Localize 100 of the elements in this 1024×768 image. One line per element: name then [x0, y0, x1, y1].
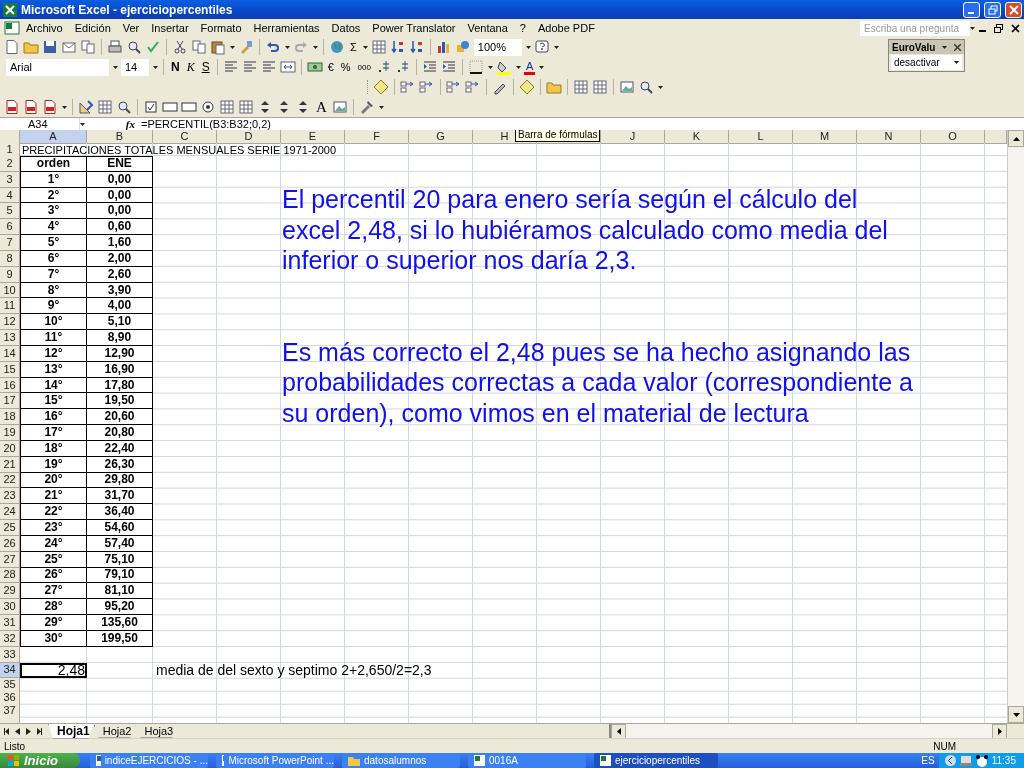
table-icon[interactable]: [219, 99, 235, 115]
envelope-icon[interactable]: [61, 39, 77, 55]
diamond-icon[interactable]: [519, 79, 535, 95]
table-icon[interactable]: [592, 79, 608, 95]
row-header[interactable]: 7: [0, 235, 20, 251]
row-header[interactable]: 25: [0, 520, 20, 536]
font-field[interactable]: Arial: [6, 58, 109, 76]
column-header[interactable]: J: [601, 130, 665, 144]
sheet-tab[interactable]: Hoja1: [48, 723, 94, 739]
scroll-down-button[interactable]: [1008, 706, 1024, 723]
minimize-button[interactable]: [963, 1, 980, 18]
close-icon[interactable]: [1011, 23, 1020, 33]
next-sheet-icon[interactable]: [26, 727, 31, 735]
image-icon[interactable]: [331, 99, 348, 115]
menu-item[interactable]: Adobe PDF: [532, 22, 601, 34]
menu-item[interactable]: Archivo: [20, 22, 69, 34]
row-header[interactable]: 18: [0, 409, 20, 426]
caret-icon[interactable]: [285, 45, 290, 49]
taskbar-button[interactable]: datosalumnos: [342, 753, 460, 768]
pdf-page-icon[interactable]: [42, 99, 58, 115]
mode-dropdown[interactable]: desactivar: [891, 55, 962, 70]
printer-icon[interactable]: [107, 39, 123, 55]
thousands-button[interactable]: 000: [355, 62, 373, 72]
caret-icon[interactable]: [378, 105, 384, 109]
euro-button[interactable]: €: [325, 61, 336, 73]
italic-button[interactable]: K: [184, 59, 197, 75]
zoom-field[interactable]: 100%: [473, 38, 522, 56]
caret-icon[interactable]: [313, 45, 318, 49]
diamond-icon[interactable]: [373, 79, 389, 95]
menu-item[interactable]: Herramientas: [247, 22, 326, 34]
row-header[interactable]: 12: [0, 314, 20, 331]
row-header[interactable]: 23: [0, 488, 20, 505]
magnifier-icon[interactable]: [638, 79, 654, 95]
merge-cells-icon[interactable]: [279, 59, 296, 75]
row-header[interactable]: 11: [0, 298, 20, 315]
restore-icon[interactable]: [994, 23, 1003, 33]
first-sheet-icon[interactable]: [4, 727, 9, 735]
row-header[interactable]: 5: [0, 203, 20, 220]
row-header[interactable]: 36: [0, 691, 20, 706]
indent-icon[interactable]: [421, 59, 438, 75]
magnifier-icon[interactable]: [116, 99, 132, 115]
caret-icon[interactable]: [487, 65, 493, 69]
right-arrow-icon[interactable]: [997, 727, 1002, 735]
help-icon[interactable]: [533, 39, 550, 55]
last-sheet-icon[interactable]: [37, 727, 42, 735]
banknote-icon[interactable]: [306, 59, 323, 75]
language-indicator[interactable]: ES: [921, 755, 935, 766]
row-header[interactable]: 35: [0, 678, 20, 693]
font-color-button[interactable]: A: [523, 59, 536, 75]
font-size-field[interactable]: 14: [121, 58, 149, 76]
column-header[interactable]: K: [665, 130, 729, 144]
caret-icon[interactable]: [362, 45, 368, 49]
scroll-right-button[interactable]: [992, 723, 1007, 739]
column-header[interactable]: C: [153, 130, 217, 144]
caret-icon[interactable]: [113, 65, 118, 69]
caret-icon[interactable]: [970, 26, 975, 30]
radio-icon[interactable]: [200, 99, 216, 115]
bucket-icon[interactable]: [495, 59, 512, 75]
copy-icon[interactable]: [191, 39, 207, 55]
bold-button[interactable]: N: [169, 60, 182, 74]
sum-button[interactable]: Σ: [348, 41, 359, 53]
taskbar-button[interactable]: indiceEJERCICIOS - ...: [90, 753, 208, 768]
column-header[interactable]: N: [857, 130, 921, 144]
menu-item[interactable]: Formato: [194, 22, 248, 34]
taskbar-button[interactable]: Microsoft PowerPoint ...: [216, 753, 334, 768]
previous-sheet-icon[interactable]: [15, 727, 20, 735]
taskbar-button[interactable]: ejerciciopercentiles: [594, 753, 718, 768]
close-icon[interactable]: [954, 43, 961, 51]
row-header[interactable]: 19: [0, 425, 20, 441]
scissors-icon[interactable]: [172, 39, 188, 55]
text-field-icon[interactable]: [162, 99, 178, 115]
menu-item[interactable]: Edición: [68, 22, 117, 34]
border-icon[interactable]: [467, 59, 484, 75]
caret-icon[interactable]: [515, 65, 521, 69]
caret-icon[interactable]: [942, 45, 948, 49]
caret-icon[interactable]: [539, 65, 545, 69]
percent-button[interactable]: %: [338, 61, 353, 73]
column-header[interactable]: A: [20, 130, 87, 144]
row-header[interactable]: 17: [0, 393, 20, 410]
scroll-up-button[interactable]: [1008, 130, 1024, 147]
undo-arrow-icon[interactable]: [265, 39, 281, 55]
row-header[interactable]: 2: [0, 156, 20, 172]
underline-button[interactable]: S: [199, 60, 212, 74]
up-arrow-icon[interactable]: [1012, 136, 1020, 141]
caret-icon[interactable]: [230, 45, 235, 49]
text-field-icon[interactable]: [181, 99, 197, 115]
globe-icon[interactable]: [329, 39, 345, 55]
table-icon[interactable]: [573, 79, 589, 95]
sort-icon[interactable]: [389, 39, 406, 55]
sort-icon[interactable]: [408, 39, 425, 55]
column-header[interactable]: G: [409, 130, 473, 144]
row-header[interactable]: 6: [0, 219, 20, 236]
taskbar-button[interactable]: 0016A: [468, 753, 586, 768]
excel-doc-icon[interactable]: [4, 21, 20, 35]
pdf-page-icon[interactable]: [23, 99, 39, 115]
scroll-left-button[interactable]: [611, 723, 626, 739]
column-header[interactable]: E: [281, 130, 345, 144]
panda-icon[interactable]: [975, 754, 988, 767]
insert-function-button[interactable]: fx: [117, 118, 139, 130]
clipboard-icon[interactable]: [210, 39, 226, 55]
